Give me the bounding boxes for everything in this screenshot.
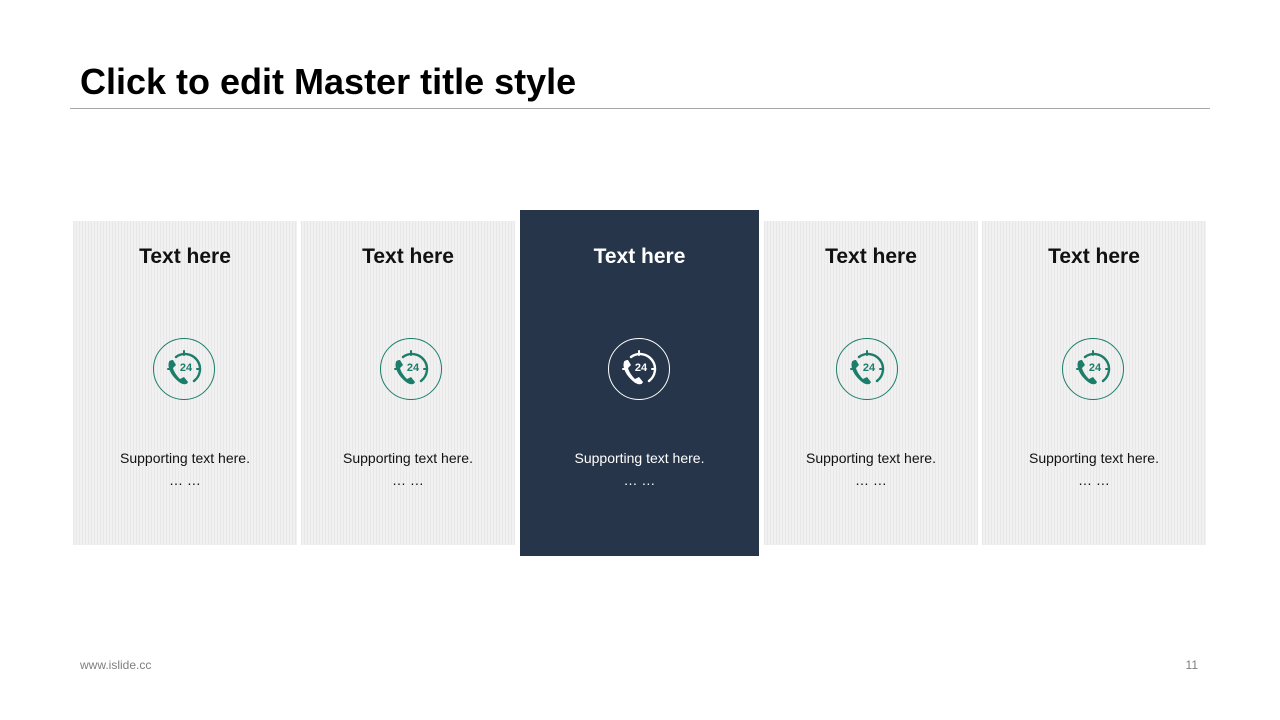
card-5[interactable]: Text here 24 Supporting text here. … … — [982, 221, 1206, 545]
card-heading: Text here — [1048, 245, 1140, 268]
phone-24h-icon: 24 — [608, 338, 670, 400]
title-divider — [70, 108, 1210, 109]
card-2[interactable]: Text here 24 Supporting text here. … … — [301, 221, 515, 545]
phone-24h-icon: 24 — [1062, 338, 1124, 400]
card-ellipsis: … … — [623, 472, 656, 488]
slide-title[interactable]: Click to edit Master title style — [80, 60, 576, 104]
phone-24h-icon: 24 — [153, 338, 215, 400]
card-support-text: Supporting text here. — [574, 450, 705, 466]
card-4[interactable]: Text here 24 Supporting text here. … … — [764, 221, 978, 545]
card-support-text: Supporting text here. — [806, 450, 936, 466]
card-heading: Text here — [139, 245, 231, 268]
slide: Click to edit Master title style Text he… — [0, 0, 1280, 720]
card-support-text: Supporting text here. — [343, 450, 473, 466]
footer-url: www.islide.cc — [80, 658, 152, 672]
card-ellipsis: … … — [169, 472, 201, 488]
phone-24h-icon: 24 — [836, 338, 898, 400]
card-3-active[interactable]: Text here 24 Supporting text here. … … — [520, 210, 759, 556]
svg-text:24: 24 — [407, 362, 420, 374]
card-ellipsis: … … — [392, 472, 424, 488]
card-1[interactable]: Text here 24 Supporting text here. … … — [73, 221, 297, 545]
card-ellipsis: … … — [855, 472, 887, 488]
svg-text:24: 24 — [635, 362, 648, 374]
card-support-text: Supporting text here. — [1029, 450, 1159, 466]
phone-24h-icon: 24 — [380, 338, 442, 400]
card-heading: Text here — [593, 245, 686, 268]
card-support-text: Supporting text here. — [120, 450, 250, 466]
svg-text:24: 24 — [863, 362, 876, 374]
card-heading: Text here — [825, 245, 917, 268]
svg-text:24: 24 — [1089, 362, 1102, 374]
page-number: 11 — [1185, 658, 1198, 672]
card-ellipsis: … … — [1078, 472, 1110, 488]
card-heading: Text here — [362, 245, 454, 268]
svg-text:24: 24 — [180, 362, 193, 374]
